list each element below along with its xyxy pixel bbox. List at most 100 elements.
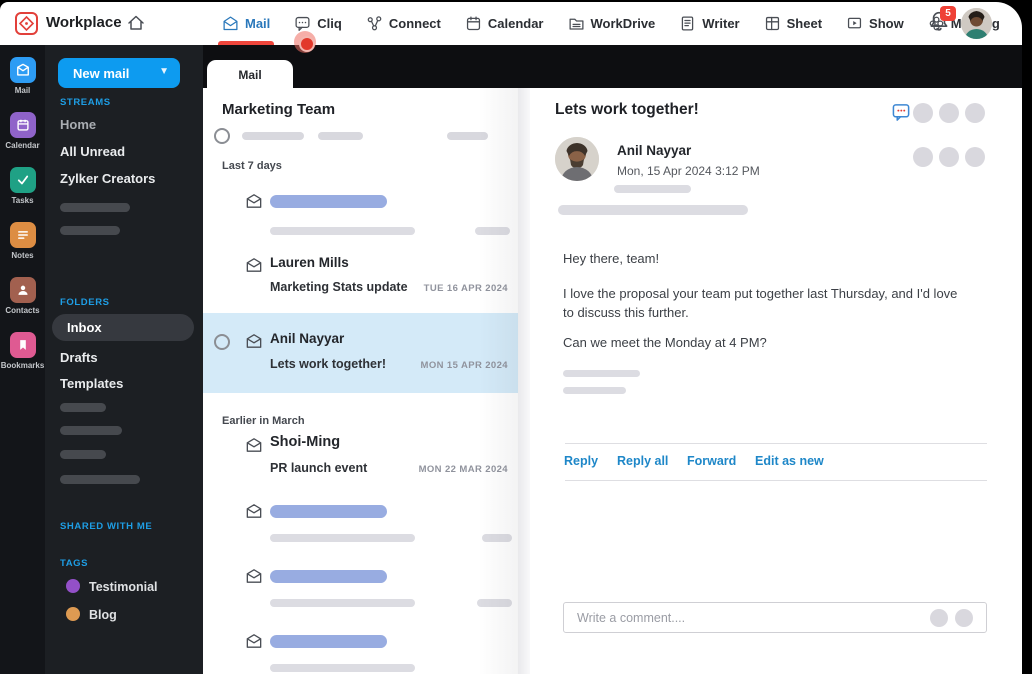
skeleton-bar — [270, 227, 415, 235]
skeleton-bar — [270, 599, 415, 607]
mail-sender: Shoi-Ming — [270, 434, 341, 450]
workdrive-icon — [568, 18, 584, 30]
new-mail-button[interactable]: New mail ▼ — [58, 58, 180, 88]
rail-mail-icon — [9, 57, 36, 83]
mail-subject: Marketing Stats update — [270, 280, 408, 294]
sidebar-item-home[interactable]: Home — [60, 117, 96, 132]
body-paragraph: I love the proposal your team put togeth… — [563, 286, 958, 320]
toolbar-placeholder-button[interactable] — [965, 147, 985, 167]
rail-label: Calendar — [5, 141, 40, 150]
skeleton-bar — [60, 203, 130, 212]
forward-link[interactable]: Forward — [687, 454, 736, 468]
brand-name: Workplace — [46, 14, 122, 31]
tab-label: Cliq — [317, 16, 342, 31]
skeleton-bar — [318, 132, 363, 140]
section-title-tags: TAGS — [60, 558, 89, 569]
comment-input[interactable] — [577, 607, 877, 628]
divider — [565, 443, 987, 444]
mail-list-panel: Marketing Team Last 7 days Lauren Mills … — [203, 88, 518, 674]
comment-action-placeholder[interactable] — [955, 609, 973, 627]
section-title-folders: FOLDERS — [60, 297, 110, 308]
edit-as-new-link[interactable]: Edit as new — [755, 454, 824, 468]
comments-icon[interactable] — [892, 103, 911, 122]
group-label: Last 7 days — [222, 160, 282, 172]
skeleton-bar — [270, 664, 415, 672]
tab-show[interactable]: Show — [846, 2, 904, 45]
notifications-button[interactable]: 5 — [928, 6, 956, 38]
user-avatar[interactable] — [961, 8, 992, 39]
rail-item-mail[interactable]: Mail — [0, 57, 45, 95]
rail-item-bookmarks[interactable]: Bookmarks — [0, 332, 45, 370]
inbox-label: Inbox — [67, 320, 102, 335]
comment-action-placeholder[interactable] — [930, 609, 948, 627]
skeleton-bar — [270, 505, 387, 518]
rail-item-notes[interactable]: Notes — [0, 222, 45, 260]
content-tab-strip: Mail — [203, 45, 1022, 88]
topbar: Workplace Mail Cliq Connect Calendar Wor… — [0, 2, 1022, 45]
reply-link[interactable]: Reply — [564, 454, 598, 468]
skeleton-bar — [563, 370, 640, 377]
divider — [565, 480, 987, 481]
tab-label: Writer — [702, 16, 740, 31]
sidebar-item-tag-blog[interactable]: Blog — [89, 608, 117, 622]
toolbar-placeholder-button[interactable] — [913, 147, 933, 167]
tab-sheet[interactable]: Sheet — [764, 2, 822, 45]
tutorial-pulse-dot[interactable] — [294, 31, 316, 53]
tab-label: WorkDrive — [590, 16, 656, 31]
skeleton-bar — [447, 132, 488, 140]
skeleton-bar — [614, 185, 691, 193]
toolbar-placeholder-button[interactable] — [965, 103, 985, 123]
rail-contacts-icon — [9, 277, 36, 303]
item-checkbox[interactable] — [214, 334, 230, 350]
mail-panel-tab[interactable]: Mail — [207, 60, 293, 88]
sidebar-item-zylker-creators[interactable]: Zylker Creators — [60, 171, 155, 186]
mail-sender: Anil Nayyar — [270, 331, 345, 346]
writer-icon — [682, 16, 694, 31]
mail-list-item-selected[interactable]: Anil Nayyar Lets work together! MON 15 A… — [203, 313, 518, 393]
rail-label: Bookmarks — [0, 361, 45, 370]
sidebar-item-templates[interactable]: Templates — [60, 376, 123, 391]
list-title: Marketing Team — [222, 101, 336, 118]
rail-item-contacts[interactable]: Contacts — [0, 277, 45, 315]
rail-bookmarks-icon — [9, 332, 36, 358]
sidebar-item-tag-testimonial[interactable]: Testimonial — [89, 580, 158, 594]
app-tabs: Mail Cliq Connect Calendar WorkDrive Wri… — [217, 2, 1000, 45]
new-mail-label: New mail — [73, 65, 130, 81]
skeleton-bar — [60, 403, 106, 412]
envelope-icon — [246, 634, 262, 648]
sidebar-item-drafts[interactable]: Drafts — [60, 350, 98, 365]
rail-tasks-icon — [9, 167, 36, 193]
tab-workdrive[interactable]: WorkDrive — [568, 2, 656, 45]
group-label: Earlier in March — [222, 415, 305, 427]
tab-calendar[interactable]: Calendar — [465, 2, 544, 45]
sidebar-item-inbox[interactable]: Inbox — [52, 314, 194, 341]
mail-sender: Lauren Mills — [270, 255, 349, 270]
skeleton-bar — [477, 599, 512, 607]
toolbar-placeholder-button[interactable] — [939, 103, 959, 123]
sidebar-item-all-unread[interactable]: All Unread — [60, 144, 125, 159]
tag-dot-blog — [66, 607, 80, 621]
skeleton-bar — [558, 205, 748, 215]
select-all-checkbox[interactable] — [214, 128, 230, 144]
calendar-icon — [466, 16, 480, 31]
chevron-down-icon: ▼ — [159, 66, 169, 77]
home-icon[interactable] — [126, 13, 146, 33]
envelope-icon — [246, 438, 262, 452]
body-paragraph: Hey there, team! — [563, 251, 660, 266]
cliq-icon — [295, 16, 310, 31]
reply-all-link[interactable]: Reply all — [617, 454, 668, 468]
tab-writer[interactable]: Writer — [679, 2, 740, 45]
tab-label: Sheet — [786, 16, 823, 31]
rail-label: Mail — [14, 86, 31, 95]
rail-item-calendar[interactable]: Calendar — [0, 112, 45, 150]
skeleton-bar — [270, 195, 387, 208]
skeleton-bar — [475, 227, 510, 235]
tab-connect[interactable]: Connect — [366, 2, 441, 45]
tab-mail[interactable]: Mail — [217, 2, 275, 45]
message-subject: Lets work together! — [555, 101, 699, 118]
skeleton-bar — [270, 534, 415, 542]
rail-item-tasks[interactable]: Tasks — [0, 167, 45, 205]
toolbar-placeholder-button[interactable] — [939, 147, 959, 167]
toolbar-placeholder-button[interactable] — [913, 103, 933, 123]
tab-label: Calendar — [487, 16, 544, 31]
